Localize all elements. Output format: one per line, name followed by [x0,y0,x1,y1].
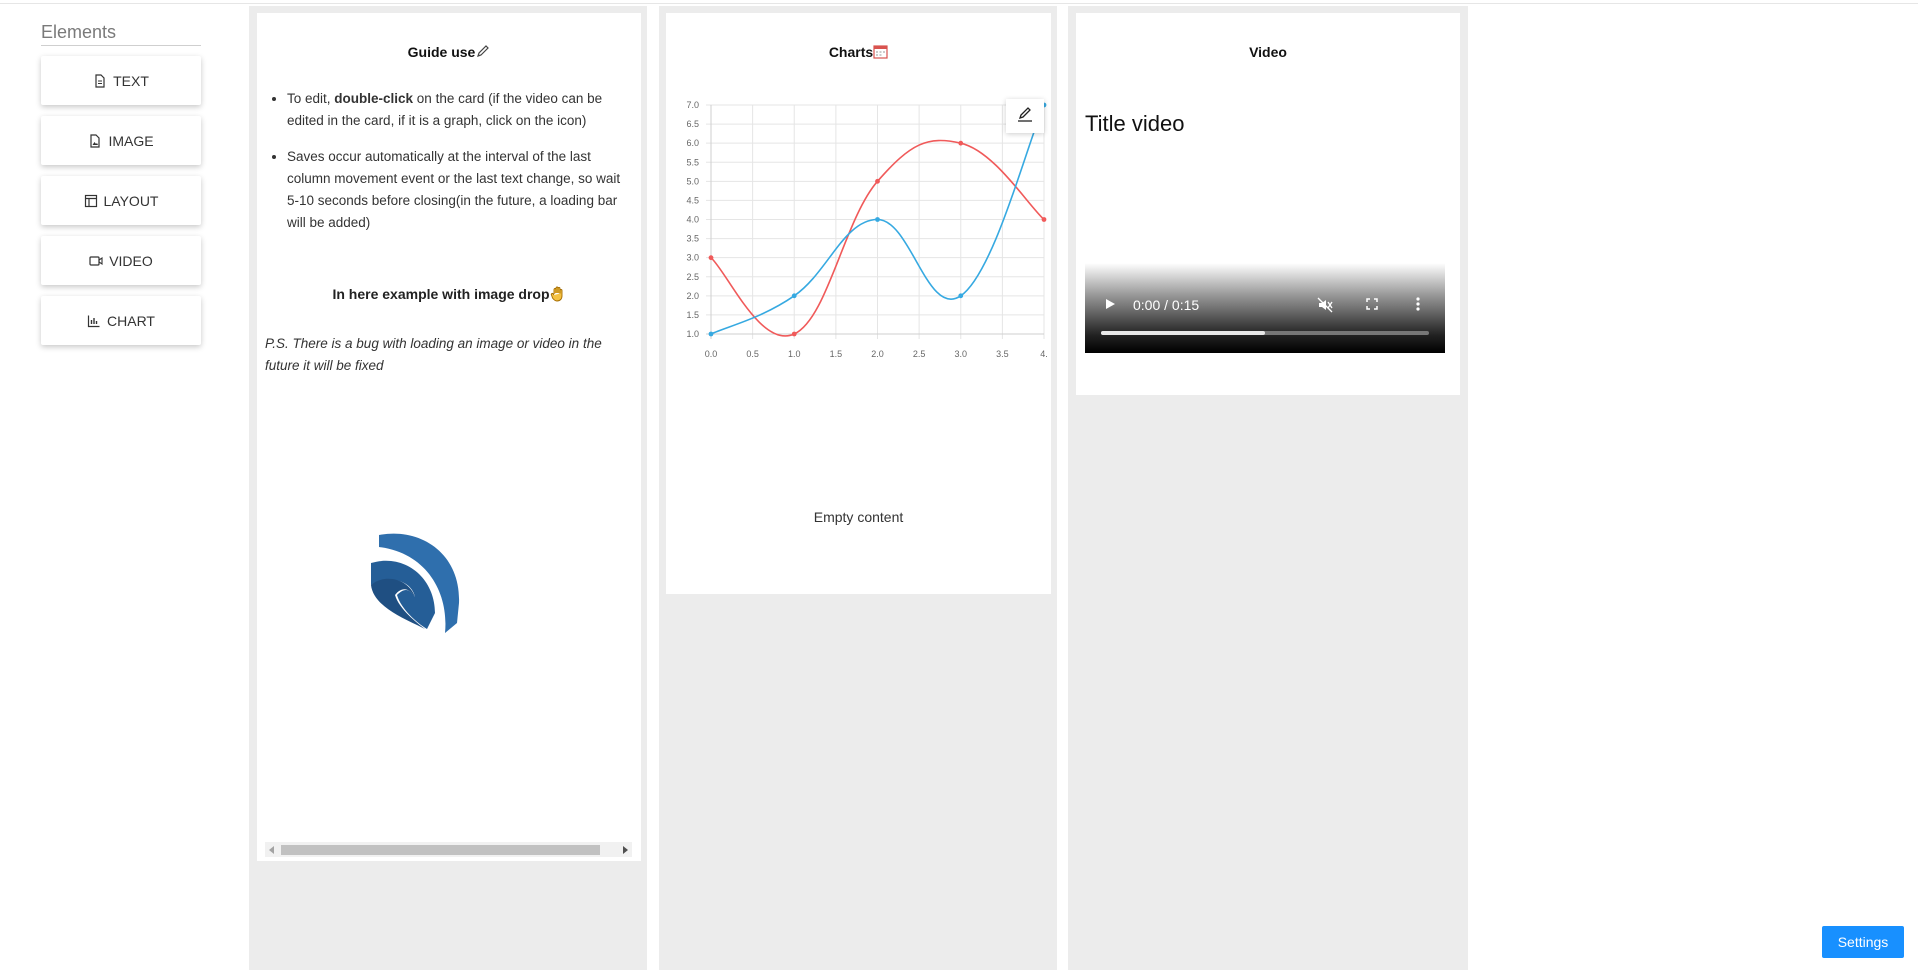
x-tick-label: 1.5 [830,349,843,359]
x-tick-label: 4. [1040,349,1048,359]
text-element-button[interactable]: TEXT [41,56,201,105]
chart-element-label: CHART [107,312,155,329]
layout-icon [84,194,98,208]
guide-card[interactable]: Guide use To edit, double-click on the c… [257,13,641,861]
line-chart: 1.0 1.5 2.0 2.5 3.0 3.5 4.0 4.5 5.0 5.5 6.0 6.5 7.0 0… [686,100,1048,359]
fullscreen-icon[interactable] [1365,297,1379,314]
y-tick-label: 2.0 [686,291,699,301]
y-tick-label: 1.5 [686,310,699,320]
y-tick-label: 5.0 [686,176,699,186]
y-tick-label: 2.5 [686,272,699,282]
series-2-point [791,293,797,299]
series-1-point [791,331,797,337]
dropped-image-logo [365,523,465,633]
image-drop-title: In here example with image drop [257,285,641,302]
column-guide: Guide use To edit, double-click on the c… [249,6,647,970]
edit-chart-button[interactable] [1006,99,1044,133]
settings-button[interactable]: Settings [1822,926,1904,958]
guide-bullet-edit: To edit, double-click on the card (if th… [287,88,633,132]
y-tick-label: 1.0 [686,329,699,339]
series-1-point [1041,217,1047,222]
x-tick-label: 0.5 [746,349,759,359]
video-progress-bar[interactable] [1101,331,1429,335]
y-tick-label: 4.0 [686,215,699,225]
scrollbar-thumb[interactable] [281,845,600,855]
more-options-icon[interactable] [1415,296,1421,315]
video-icon [89,254,103,268]
video-card-title: Video [1249,44,1287,60]
image-element-label: IMAGE [108,132,154,149]
image-element-button[interactable]: IMAGE [41,116,201,165]
elements-sidebar: Elements TEXT IMAGE LAYOUT VIDEO CHART [41,22,201,356]
x-tick-label: 3.0 [954,349,967,359]
guide-title: Guide use [257,44,641,60]
guide-list: To edit, double-click on the card (if th… [257,88,633,248]
x-tick-label: 3.5 [996,349,1009,359]
y-tick-label: 7.0 [686,100,699,110]
x-tick-label: 2.0 [871,349,884,359]
text-element-label: TEXT [113,72,149,89]
charts-title-text: Charts [828,44,874,60]
top-border [0,0,1918,4]
play-icon[interactable] [1103,297,1117,314]
bar-chart-icon [87,314,101,328]
ps-note: P.S. There is a bug with loading an imag… [265,336,602,373]
video-element-label: VIDEO [109,252,153,269]
guide-bullet-edit-strong: double-click [334,91,414,106]
series-1-point [958,140,964,146]
sidebar-title: Elements [41,22,201,46]
scroll-right-icon[interactable] [623,846,628,854]
muted-volume-icon[interactable] [1317,297,1333,316]
video-time: 0:00 / 0:15 [1133,297,1200,313]
guide-bullet-edit-prefix: To edit, [287,91,335,106]
guide-title-text: Guide use [407,44,476,60]
video-element-button[interactable]: VIDEO [41,236,201,285]
series-2-point [875,217,880,222]
x-tick-label: 1.0 [788,349,801,359]
series-1-point [708,255,714,261]
video-title: Title video [1085,111,1185,136]
file-image-icon [88,133,102,148]
file-text-icon [93,73,107,88]
y-tick-label: 6.5 [686,119,699,129]
column-video: Video Title video 0:00 / 0:15 [1068,6,1468,970]
y-tick-label: 5.5 [686,157,699,167]
layout-element-label: LAYOUT [103,192,159,209]
video-card[interactable]: Video Title video 0:00 / 0:15 [1076,13,1460,395]
video-player[interactable]: 0:00 / 0:15 [1085,263,1445,353]
x-tick-label: 0.0 [705,349,718,359]
x-tick-label: 2.5 [913,349,926,359]
series-2-point [958,293,964,299]
pencil-icon [475,44,490,60]
charts-title: Charts [666,44,1051,60]
chart-element-button[interactable]: CHART [41,296,201,345]
y-tick-label: 3.5 [686,234,699,244]
empty-content-text: Empty content [813,509,904,525]
layout-element-button[interactable]: LAYOUT [41,176,201,225]
edit-icon [1016,105,1034,128]
video-progress-fill [1101,331,1265,335]
guide-bullet-saves: Saves occur automatically at the interva… [287,146,633,234]
series-2-point [708,331,714,337]
y-tick-label: 6.0 [686,138,699,148]
y-tick-label: 4.5 [686,195,699,205]
column-charts: Charts 1.0 1.5 2.0 2.5 3.0 3.5 4.0 4.5 5.0 5.5 6.0… [659,6,1057,970]
scroll-left-icon[interactable] [269,846,274,854]
calendar-icon [873,44,888,60]
y-tick-label: 3.0 [686,253,699,263]
charts-card[interactable]: Charts 1.0 1.5 2.0 2.5 3.0 3.5 4.0 4.5 5.0 5.5 6.0… [666,13,1051,594]
image-drop-title-text: In here example with image drop [332,286,550,302]
series-1-point [875,178,880,184]
horizontal-scrollbar[interactable] [265,842,632,857]
raised-hand-icon [550,286,566,302]
